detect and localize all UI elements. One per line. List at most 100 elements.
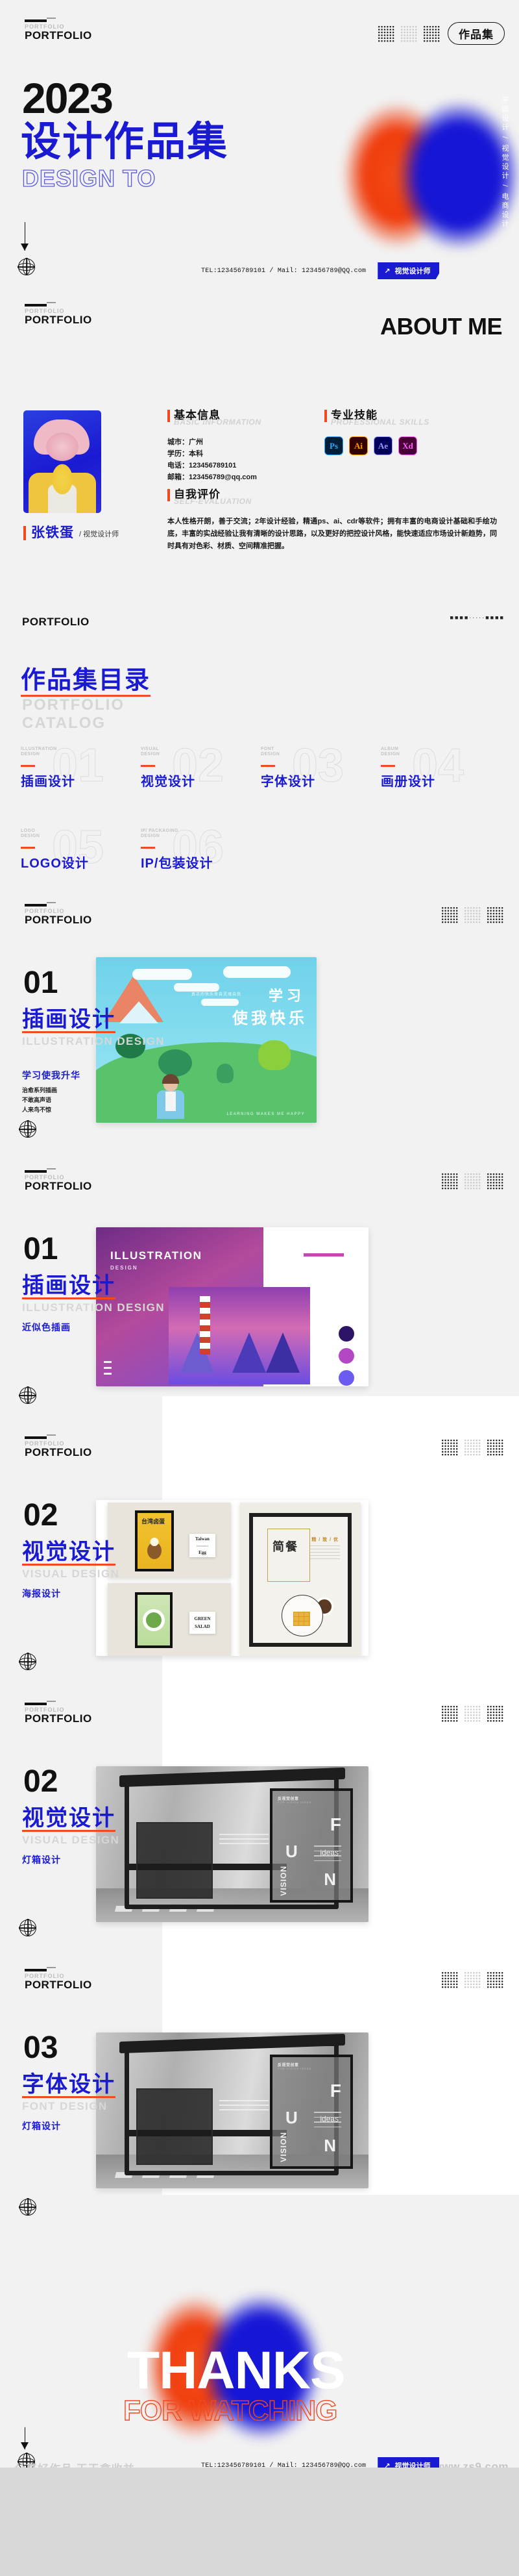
dot-grid-icon — [378, 25, 440, 42]
project-title-en: VISUAL DESIGN — [22, 1834, 120, 1846]
role-tag-label: 视觉设计师 — [394, 2462, 431, 2468]
logo-text: PORTFOLIO — [25, 1979, 92, 1991]
hero-section: PORTFOLIO PORTFOLIO 作品集 2023 设计作品集 DESIG… — [0, 0, 519, 286]
poster-letter-f: F — [330, 2081, 341, 2101]
project-section-illustration-1: PORTFOLIO PORTFOLIO 01 插画设计 ILLUSTRATION… — [0, 864, 519, 1130]
globe-icon — [19, 1120, 36, 1138]
poster-gold-text: 精 / 致 / 优 — [311, 1538, 339, 1542]
poster-label: Egg — [199, 1549, 206, 1555]
photoshop-icon: Ps — [324, 436, 343, 455]
accent-bar — [167, 410, 170, 422]
brand-logo: PORTFOLIO PORTFOLIO — [25, 1170, 92, 1192]
profile-name-row: 张铁蛋 / 视觉设计师 — [23, 526, 119, 540]
contact-text: TEL:123456789101 / Mail: 123456789@QQ.co… — [201, 2462, 367, 2468]
globe-icon — [19, 2198, 36, 2216]
project-title-en: ILLUSTRATION DESIGN — [22, 1035, 165, 1047]
thanks-section: THANKS FOR WATCHING 分享好作品 天天拿收益 志设网 www.… — [0, 2195, 519, 2468]
globe-icon — [19, 1386, 36, 1404]
logo-dash-icon — [25, 19, 47, 22]
globe-icon — [19, 1653, 36, 1670]
poster-label: SALAD — [195, 1624, 210, 1629]
poster-letter-u: U — [285, 2108, 298, 2127]
project-subtitle: 海报设计 — [22, 1588, 61, 1599]
artwork-subtitle: DESIGN — [110, 1265, 138, 1271]
project-title-cn: 视觉设计 — [22, 1806, 115, 1832]
thanks-title: THANKS — [127, 2341, 346, 2400]
poster-label: Taiwan — [195, 1536, 210, 1542]
catalog-item[interactable]: 02 VISUAL DESIGN 视觉设计 — [141, 742, 261, 812]
self-evaluation-text: 本人性格开朗，善于交流；2年设计经验，精通ps、ai、cdr等软件；拥有丰富的电… — [167, 518, 497, 550]
project-artwork-lightbox: 反视觉创意 FOR VISION IDEAS F U ideas N VISIO… — [96, 1766, 368, 1922]
role-tag-button[interactable]: ↗ 视觉设计师 — [378, 262, 440, 279]
dot-grid-icon — [441, 907, 503, 923]
logo-text: PORTFOLIO — [25, 29, 92, 42]
arrow-up-right-icon: ↗ — [384, 2462, 391, 2468]
logo-dash-icon — [25, 1170, 47, 1173]
accent-line — [261, 765, 275, 767]
logo-dash-icon — [25, 1436, 47, 1439]
hero-contact-row: TEL:123456789101 / Mail: 123456789@QQ.co… — [201, 262, 440, 279]
catalog-item[interactable]: 04 ALBUM DESIGN 画册设计 — [381, 742, 501, 812]
works-badge: 作品集 — [448, 22, 505, 45]
hero-year: 2023 — [22, 74, 114, 122]
illustrator-icon: Ai — [349, 436, 368, 455]
logo-text: PORTFOLIO — [25, 314, 92, 326]
project-number: 01 — [23, 966, 58, 1000]
catalog-item[interactable]: 01 ILLUSTRATION DESIGN 插画设计 — [21, 742, 141, 812]
role-tag-button[interactable]: ↗ 视觉设计师 — [378, 2457, 440, 2468]
hero-title-cn: 设计作品集 — [21, 119, 229, 164]
skills-heading: 专业技能 PROFESSIONAL SKILLS — [324, 409, 429, 427]
poster-word-vision: VISION — [279, 1866, 288, 1896]
catalog-item-en: ALBUM DESIGN — [381, 747, 400, 757]
project-section-visual-lightbox: PORTFOLIO PORTFOLIO 02 视觉设计 VISUAL DESIG… — [0, 1653, 519, 1929]
project-section-visual-poster: PORTFOLIO PORTFOLIO 02 视觉设计 VISUAL DESIG… — [0, 1386, 519, 1662]
catalog-item-label: IP/包装设计 — [141, 857, 213, 871]
brand-logo: PORTFOLIO PORTFOLIO — [25, 904, 92, 926]
catalog-item-label: 视觉设计 — [141, 775, 195, 789]
project-subtitle: 灯箱设计 — [22, 2121, 61, 2131]
artwork-caption-en: LEARNING MAKES ME HAPPY — [226, 1112, 305, 1116]
catalog-header-logo: PORTFOLIO — [22, 616, 90, 628]
catalog-section: PORTFOLIO ■■■■·····■■■■ 作品集目录 PORTFOLIO … — [0, 610, 519, 872]
self-evaluation-title-en: SELF-EVALUATION — [174, 497, 252, 506]
self-evaluation-heading: 自我评价 SELF-EVALUATION — [167, 488, 497, 506]
dot-grid-icon — [441, 1971, 503, 1988]
poster-letter-n: N — [324, 1869, 336, 1889]
project-notes: 治愈系列插画 不敢高声语 人来鸟不惊 — [22, 1087, 58, 1113]
logo-text: PORTFOLIO — [25, 1446, 92, 1458]
project-subtitle: 灯箱设计 — [22, 1855, 61, 1865]
info-row: 邮箱：123456789@qq.com — [167, 473, 257, 481]
project-title-cn: 视觉设计 — [22, 1540, 115, 1566]
globe-icon — [19, 1919, 36, 1936]
hero-badge-group: 作品集 — [378, 22, 505, 45]
profile-role: / 视觉设计师 — [79, 531, 119, 538]
accent-line — [381, 765, 395, 767]
about-section: PORTFOLIO PORTFOLIO ABOUT ME 张铁蛋 / 视觉设计师… — [0, 286, 519, 610]
project-subtitle: 近似色插画 — [22, 1322, 71, 1332]
info-row: 电话：123456789101 — [167, 462, 237, 469]
project-subtitle: 学习使我升华 — [22, 1070, 80, 1081]
logo-text: PORTFOLIO — [25, 1180, 92, 1192]
skills-block: 专业技能 PROFESSIONAL SKILLS Ps Ai Ae Xd — [324, 409, 429, 455]
poster-brand-en: FOR VISION IDEAS — [278, 2067, 312, 2070]
basic-info-list: 城市：广州 学历：本科 电话：123456789101 邮箱：123456789… — [167, 436, 257, 483]
catalog-item[interactable]: 03 FONT DESIGN 字体设计 — [261, 742, 381, 812]
project-number: 01 — [23, 1232, 58, 1266]
logo-dash-icon — [25, 1703, 47, 1705]
poster-label-sub: Marinated — [197, 1544, 208, 1547]
catalog-item-label: LOGO设计 — [21, 857, 89, 871]
project-section-font: PORTFOLIO PORTFOLIO 03 字体设计 FONT DESIGN … — [0, 1919, 519, 2195]
dot-grid-icon — [441, 1439, 503, 1456]
project-number: 03 — [23, 2031, 58, 2065]
poster-label: GREEN — [194, 1616, 211, 1621]
portfolio-page: PORTFOLIO PORTFOLIO 作品集 2023 设计作品集 DESIG… — [0, 0, 519, 2468]
project-title-cn: 字体设计 — [22, 2072, 115, 2098]
hero-title-en: DESIGN TO — [21, 165, 156, 192]
catalog-item-en: LOGO DESIGN — [21, 829, 40, 838]
project-section-illustration-2: PORTFOLIO PORTFOLIO 01 插画设计 ILLUSTRATION… — [0, 1120, 519, 1396]
thanks-subtitle: FOR WATCHING — [123, 2395, 338, 2427]
artwork-title: ILLUSTRATION — [110, 1249, 202, 1262]
brand-logo: PORTFOLIO PORTFOLIO — [25, 1436, 92, 1458]
project-title-en: ILLUSTRATION DESIGN — [22, 1301, 165, 1314]
dot-rule-icon: ■■■■·····■■■■ — [450, 614, 505, 621]
